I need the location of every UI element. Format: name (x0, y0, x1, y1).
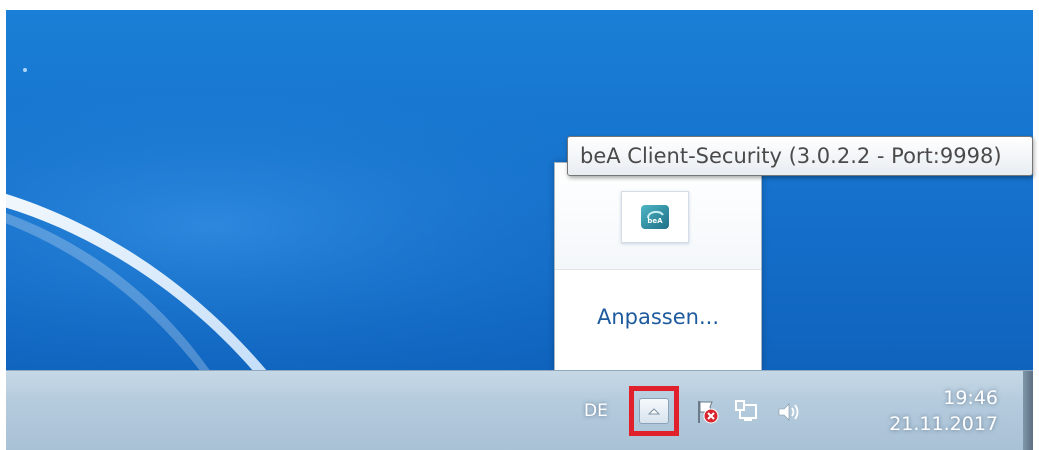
clock-date: 21.11.2017 (889, 413, 998, 435)
tray-expand-inner (639, 398, 669, 424)
clock-time: 19:46 (943, 387, 998, 409)
taskbar: DE 19:46 21.11.2017 (6, 370, 1033, 450)
chevron-up-icon (647, 408, 661, 415)
show-desktop-button[interactable] (1023, 371, 1033, 450)
overflow-icon-area: beA (555, 163, 761, 270)
volume-icon[interactable] (776, 399, 802, 425)
bea-client-security-icon[interactable]: beA (621, 191, 689, 243)
screenshot: beA Anpassen... beA Client-Security (3.0… (0, 0, 1039, 450)
customize-link[interactable]: Anpassen... (555, 305, 761, 329)
wallpaper-swoosh (6, 10, 1033, 370)
notification-overflow-popup: beA Anpassen... (554, 162, 762, 371)
tray-icon-tooltip: beA Client-Security (3.0.2.2 - Port:9998… (567, 136, 1033, 176)
network-icon[interactable] (734, 399, 760, 425)
language-indicator[interactable]: DE (584, 401, 608, 421)
svg-text:beA: beA (647, 217, 663, 225)
bea-logo-icon: beA (641, 205, 669, 229)
action-center-flag-error-icon[interactable] (694, 399, 720, 425)
desktop-wallpaper[interactable] (6, 10, 1033, 370)
system-clock[interactable]: 19:46 21.11.2017 (868, 385, 998, 437)
show-hidden-icons-button[interactable] (629, 386, 679, 436)
